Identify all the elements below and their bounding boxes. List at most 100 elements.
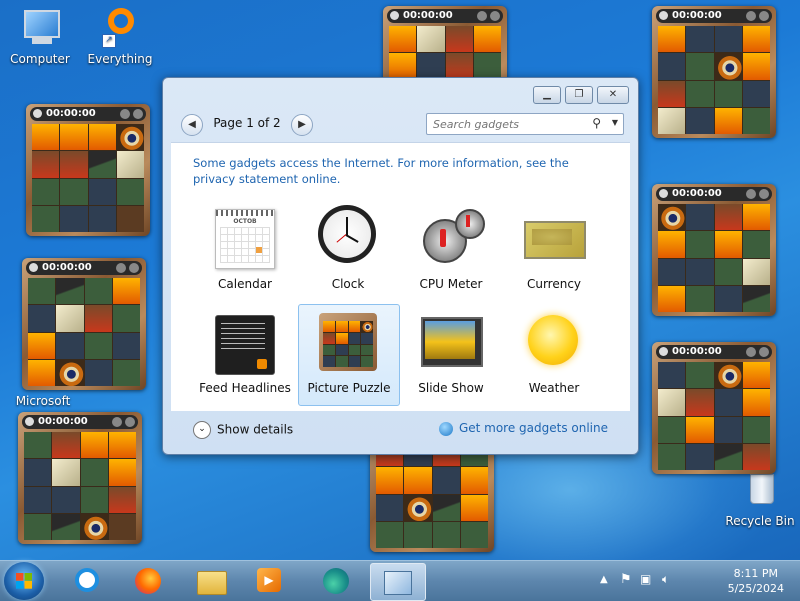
shuffle-icon[interactable] <box>125 417 135 427</box>
taskbar-firefox[interactable] <box>122 563 176 599</box>
shuffle-icon[interactable] <box>759 11 769 21</box>
gadget-list: Some gadgets access the Internet. For mo… <box>171 142 630 411</box>
help-icon[interactable] <box>112 417 122 427</box>
desktop-icon-label: Recycle Bin <box>725 514 795 528</box>
show-details-toggle[interactable]: ⌄ Show details <box>193 421 293 439</box>
help-icon[interactable] <box>746 11 756 21</box>
cpu-meter-icon <box>419 205 485 269</box>
gadget-label: Calendar <box>218 277 272 291</box>
shuffle-icon[interactable] <box>129 263 139 273</box>
currency-icon <box>522 205 586 269</box>
puzzle-grid[interactable] <box>376 440 488 548</box>
privacy-info-link[interactable]: Some gadgets access the Internet. For mo… <box>193 155 613 187</box>
gadgets-icon <box>384 569 412 595</box>
page-indicator: Page 1 of 2 <box>213 116 281 130</box>
gadget-label: Clock <box>331 277 365 291</box>
clock-icon <box>316 205 380 269</box>
gadget-clock[interactable]: Clock <box>298 201 398 301</box>
next-page-button[interactable]: ▶ <box>291 114 313 136</box>
get-more-label: Get more gadgets online <box>458 421 608 435</box>
puzzle-title-bar: 00:00:00 <box>387 9 503 23</box>
clock-icon <box>33 109 42 118</box>
picture-puzzle-gadget[interactable]: 00:00:00 <box>652 184 776 316</box>
calendar-icon: OCTOB <box>213 205 277 269</box>
picture-puzzle-gadget[interactable]: 00:00:00 <box>652 6 776 138</box>
search-box[interactable]: ⚲ ▼ <box>426 113 624 135</box>
puzzle-grid[interactable] <box>32 124 144 232</box>
gadget-picture-puzzle[interactable]: Picture Puzzle <box>298 304 400 406</box>
clock-icon <box>29 263 38 272</box>
puzzle-grid[interactable] <box>24 432 136 540</box>
puzzle-timer: 00:00:00 <box>672 10 722 21</box>
puzzle-title-bar: 00:00:00 <box>22 415 138 429</box>
help-icon[interactable] <box>746 347 756 357</box>
previous-page-button[interactable]: ◀ <box>181 114 203 136</box>
puzzle-grid[interactable] <box>28 278 140 386</box>
chevron-down-icon: ⌄ <box>193 421 211 439</box>
puzzle-title-bar: 00:00:00 <box>26 261 142 275</box>
taskbar-file-explorer[interactable] <box>184 563 238 599</box>
gadget-label: Weather <box>528 381 580 395</box>
picture-puzzle-gadget[interactable]: 00:00:00 <box>26 104 150 236</box>
gadget-feed-headlines[interactable]: Feed Headlines <box>195 305 295 405</box>
picture-puzzle-gadget[interactable]: 00:00:00 <box>18 412 142 544</box>
puzzle-timer: 00:00:00 <box>672 188 722 199</box>
clock-icon <box>25 417 34 426</box>
windows-logo-icon <box>16 573 32 589</box>
shuffle-icon[interactable] <box>133 109 143 119</box>
puzzle-grid[interactable] <box>658 204 770 312</box>
shuffle-icon[interactable] <box>759 189 769 199</box>
picture-puzzle-gadget[interactable]: 00:00:00 <box>652 342 776 474</box>
search-input[interactable] <box>431 114 585 134</box>
puzzle-grid[interactable] <box>658 362 770 470</box>
puzzle-title-bar: 00:00:00 <box>656 187 772 201</box>
clock-time: 8:11 PM <box>733 567 778 580</box>
puzzle-title-bar: 00:00:00 <box>656 9 772 23</box>
taskbar-edge[interactable] <box>310 563 364 599</box>
help-icon[interactable] <box>477 11 487 21</box>
gadget-currency[interactable]: Currency <box>504 201 604 301</box>
system-clock[interactable]: 8:11 PM 5/25/2024 <box>728 566 784 596</box>
desktop-icon-computer[interactable]: Computer <box>2 8 78 66</box>
gadget-label: CPU Meter <box>419 277 483 291</box>
picture-puzzle-gadget[interactable]: 00:00:00 <box>22 258 146 390</box>
get-more-gadgets-link[interactable]: Get more gadgets online <box>438 421 608 436</box>
gadget-label: Currency <box>526 277 582 291</box>
help-icon[interactable] <box>120 109 130 119</box>
gadget-label: Slide Show <box>418 381 484 395</box>
media-player-icon: ▶ <box>257 568 285 594</box>
start-button[interactable] <box>4 562 44 600</box>
desktop-icon-everything[interactable]: ↗ Everything <box>82 8 158 66</box>
network-icon[interactable]: ▣ <box>640 572 651 586</box>
puzzle-timer: 00:00:00 <box>42 262 92 273</box>
taskbar: ▶ ▲ ⚑ ▣ 🔈︎ 8:11 PM 5/25/2024 <box>0 560 800 601</box>
close-button[interactable]: ✕ <box>597 86 629 104</box>
shuffle-icon[interactable] <box>490 11 500 21</box>
show-hidden-icons-icon[interactable]: ▲ <box>600 574 608 585</box>
slide-show-icon <box>419 309 483 373</box>
taskbar-media-player[interactable]: ▶ <box>244 563 298 599</box>
shuffle-icon[interactable] <box>759 347 769 357</box>
help-icon[interactable] <box>746 189 756 199</box>
volume-muted-icon[interactable]: 🔈︎ <box>662 572 669 587</box>
gadgets-footer: ⌄ Show details Get more gadgets online <box>171 410 630 446</box>
taskbar-internet-explorer[interactable] <box>62 563 116 599</box>
search-icon[interactable]: ⚲ <box>592 116 601 130</box>
gadget-weather[interactable]: Weather <box>504 305 604 405</box>
everything-icon: ↗ <box>98 8 142 48</box>
help-icon[interactable] <box>116 263 126 273</box>
taskbar-gadgets[interactable] <box>370 563 426 601</box>
chevron-down-icon[interactable]: ▼ <box>612 118 618 127</box>
gadget-slide-show[interactable]: Slide Show <box>401 305 501 405</box>
restore-button[interactable]: ❐ <box>565 86 593 104</box>
action-center-flag-icon[interactable]: ⚑ <box>620 572 632 587</box>
desktop-icon-label: Everything <box>87 52 153 66</box>
gadget-calendar[interactable]: OCTOB Calendar <box>195 201 295 301</box>
minimize-button[interactable]: ▁ <box>533 86 561 104</box>
desktop-icon-recycle-bin[interactable]: Recycle Bin <box>722 470 798 528</box>
gadget-cpu-meter[interactable]: CPU Meter <box>401 201 501 301</box>
clock-date: 5/25/2024 <box>727 582 784 595</box>
puzzle-grid[interactable] <box>658 26 770 134</box>
calendar-month: OCTOB <box>233 218 257 225</box>
weather-icon <box>522 309 586 373</box>
